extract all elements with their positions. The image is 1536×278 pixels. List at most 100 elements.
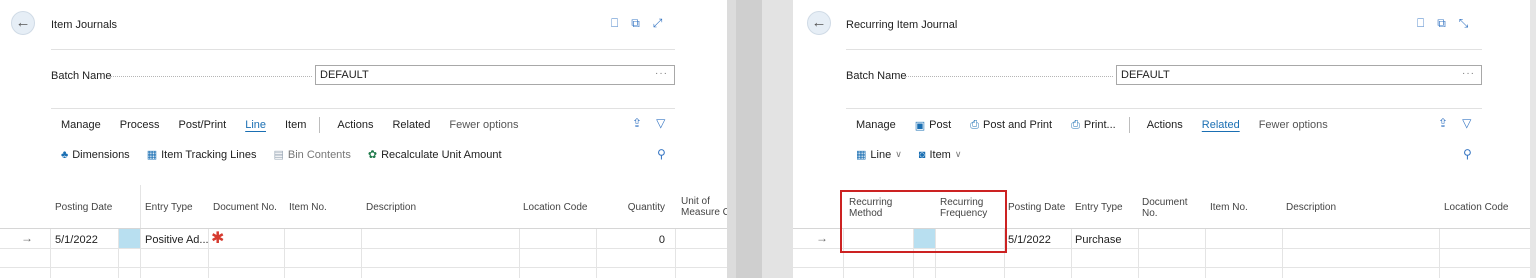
grid-line (1138, 229, 1139, 278)
pin-icon[interactable]: ⚲ (657, 147, 666, 161)
item-tracking-icon: ▦ (146, 149, 158, 161)
batch-name-value: DEFAULT (320, 69, 369, 81)
action-related[interactable]: Related (1202, 119, 1240, 131)
cell-posting-date[interactable]: 5/1/2022 (1008, 234, 1051, 246)
window-edge (1530, 0, 1536, 278)
lookup-ellipsis-icon[interactable]: ··· (1462, 68, 1475, 79)
lookup-ellipsis-icon[interactable]: ··· (655, 68, 668, 79)
col-unit-of-measure-line1: Unit of (681, 196, 710, 207)
col-document-no[interactable]: Document No. (1142, 197, 1188, 219)
chevron-down-icon: ∨ (895, 149, 902, 159)
divider (846, 108, 1482, 109)
row-selector-arrow-icon[interactable]: → (816, 231, 828, 245)
recalculate-unit-amount-label: Recalculate Unit Amount (381, 148, 502, 161)
col-posting-date[interactable]: Posting Date (55, 202, 112, 213)
post-label: Post (929, 119, 952, 131)
filter-icon[interactable]: ▽ (1462, 116, 1471, 130)
cell-entry-type[interactable]: Purchase (1075, 234, 1121, 246)
col-description[interactable]: Description (1286, 202, 1336, 213)
action-item[interactable]: Item (285, 119, 306, 131)
dimensions-icon: ♣ (61, 148, 69, 161)
pin-icon[interactable]: ⚲ (1463, 147, 1472, 161)
share-icon[interactable]: ⇪ (1438, 116, 1448, 130)
action-bar: Manage Process Post/Print Line Item Acti… (61, 117, 538, 133)
grid-line (519, 229, 520, 278)
selected-cell[interactable] (119, 229, 140, 248)
pin-icons: ⚲ (657, 147, 666, 161)
chevron-down-icon: ∨ (954, 149, 962, 159)
filter-icon[interactable]: ▽ (656, 116, 665, 130)
open-new-window-icon[interactable]: ⧉ (1437, 16, 1446, 31)
annotation-highlight-box (840, 190, 1007, 253)
action-related[interactable]: Related (392, 119, 430, 131)
col-item-no[interactable]: Item No. (1210, 202, 1248, 213)
share-icon[interactable]: ⇪ (632, 116, 642, 130)
col-document-no[interactable]: Document No. (213, 202, 277, 213)
bookmark-icon[interactable]: ⎕ (611, 16, 618, 31)
action-separator (1128, 117, 1130, 133)
action-print[interactable]: ⎙ Print... (1071, 119, 1116, 132)
grid-line (1205, 229, 1206, 278)
action-manage[interactable]: Manage (61, 119, 101, 131)
action-post-and-print[interactable]: ⎙ Post and Print (970, 119, 1052, 132)
col-item-no[interactable]: Item No. (289, 202, 327, 213)
title-toolbar: ⎕ ⧉ ⤡ (1417, 16, 1468, 31)
recalculate-unit-amount-button[interactable]: ✿ Recalculate Unit Amount (367, 148, 502, 162)
action-process[interactable]: Process (120, 119, 160, 131)
batch-name-input[interactable]: DEFAULT ··· (315, 65, 675, 85)
batch-name-value: DEFAULT (1121, 69, 1170, 81)
bin-contents-label: Bin Contents (287, 148, 351, 161)
item-tracking-lines-label: Item Tracking Lines (161, 148, 257, 161)
col-entry-type[interactable]: Entry Type (145, 202, 193, 213)
grid-line (596, 229, 597, 278)
label-leader (110, 76, 312, 77)
action-post-print[interactable]: Post/Print (179, 119, 227, 131)
divider (51, 108, 675, 109)
action-manage[interactable]: Manage (856, 119, 896, 131)
line-menu-button[interactable]: ▦ Line ∨ (856, 148, 902, 162)
print-icon: ⎙ (1071, 118, 1080, 131)
cell-posting-date[interactable]: 5/1/2022 (55, 234, 98, 246)
back-button[interactable]: ← (11, 11, 35, 35)
row-selector-arrow-icon[interactable]: → (21, 231, 33, 245)
dimensions-button[interactable]: ♣ Dimensions (61, 149, 130, 161)
col-location-code[interactable]: Location Code (1444, 202, 1509, 213)
item-tracking-lines-button[interactable]: ▦ Item Tracking Lines (146, 148, 257, 162)
col-location-code[interactable]: Location Code (523, 202, 588, 213)
batch-name-label: Batch Name (51, 70, 112, 82)
cell-entry-type[interactable]: Positive Ad... (145, 234, 209, 246)
cell-quantity[interactable]: 0 (621, 234, 665, 246)
collapse-icon[interactable]: ⤡ (1459, 16, 1469, 31)
bin-contents-icon: ▤ (273, 149, 284, 161)
col-posting-date[interactable]: Posting Date (1008, 202, 1065, 213)
recalculate-icon: ✿ (367, 149, 378, 161)
action-fewer-options[interactable]: Fewer options (1259, 119, 1328, 131)
action-actions[interactable]: Actions (1147, 119, 1183, 131)
back-button[interactable]: ← (807, 11, 831, 35)
line-menu-label: Line (870, 148, 892, 161)
page-title: Item Journals (51, 19, 118, 31)
bookmark-icon[interactable]: ⎕ (1417, 16, 1424, 31)
action-fewer-options[interactable]: Fewer options (449, 119, 518, 131)
col-quantity[interactable]: Quantity (621, 202, 665, 213)
col-unit-of-measure-line2: Measure Co (681, 207, 727, 218)
expand-icon[interactable]: ⤢ (653, 16, 663, 31)
action-post[interactable]: ▣ Post (915, 119, 951, 132)
action-bar: Manage ▣ Post ⎙ Post and Print ⎙ Print... A… (856, 117, 1347, 133)
batch-name-input[interactable]: DEFAULT ··· (1116, 65, 1482, 85)
bar-icons: ⇪ ▽ (1438, 116, 1471, 130)
post-print-icon: ⎙ (970, 118, 979, 131)
window-gutter (727, 0, 793, 278)
grid-line (284, 229, 285, 278)
action-actions[interactable]: Actions (337, 119, 373, 131)
item-menu-button[interactable]: ◙ Item ∨ (919, 149, 962, 161)
action-line[interactable]: Line (245, 119, 266, 131)
label-leader (906, 76, 1113, 77)
post-icon: ▣ (914, 119, 926, 132)
col-entry-type[interactable]: Entry Type (1075, 202, 1123, 213)
title-toolbar: ⎕ ⧉ ⤢ (611, 16, 662, 31)
grid-line (1071, 229, 1072, 278)
col-description[interactable]: Description (366, 202, 416, 213)
bin-contents-button[interactable]: ▤ Bin Contents (273, 148, 351, 162)
open-new-window-icon[interactable]: ⧉ (631, 16, 640, 31)
